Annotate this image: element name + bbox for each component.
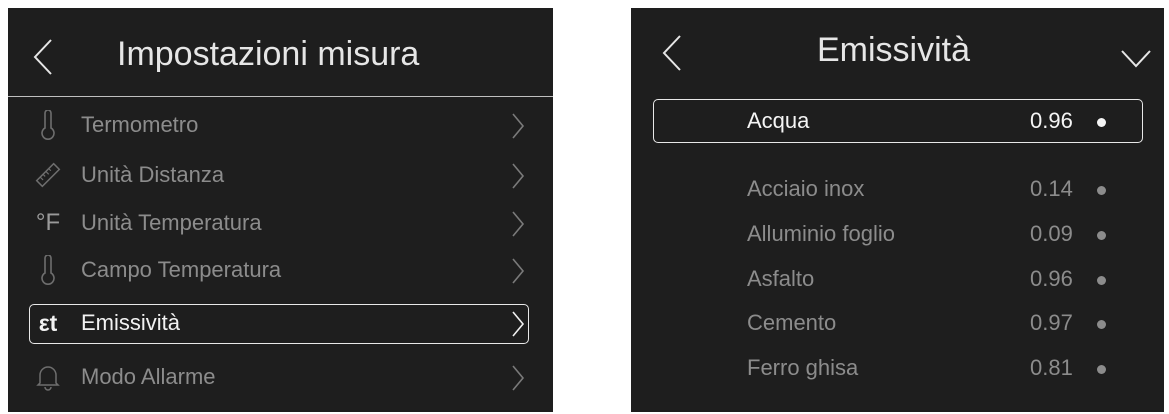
material-name: Cemento [747,310,837,335]
chevron-right-icon [511,163,525,189]
menu-item-campo-temperatura[interactable]: Campo Temperatura [8,248,553,292]
header: Emissività [631,8,1164,96]
menu-item-label: Termometro [81,112,199,137]
material-row[interactable]: Cemento 0.97 [631,301,1164,345]
dropdown-button[interactable] [1120,48,1152,70]
menu-item-unita-distanza[interactable]: Unità Distanza [8,153,553,197]
emissivity-screen: Emissività Acqua 0.96 Acciaio inox 0.14 … [631,8,1164,412]
material-row[interactable]: Alluminio foglio 0.09 [631,212,1164,256]
dot-icon [1097,320,1106,329]
material-name: Acciaio inox [747,176,865,201]
material-row[interactable]: Asfalto 0.96 [631,257,1164,301]
back-button[interactable] [32,38,54,76]
material-value: 0.09 [1030,221,1073,246]
material-name: Ferro ghisa [747,355,859,380]
chevron-left-icon [33,39,52,75]
dot-icon [1097,276,1106,285]
menu-item-unita-temperatura[interactable]: °F Unità Temperatura [8,201,553,245]
fahrenheit-icon: °F [35,209,61,236]
material-row[interactable]: Acciaio inox 0.14 [631,167,1164,211]
material-value: 0.96 [1030,108,1073,133]
chevron-right-icon [511,113,525,139]
menu-item-label: Modo Allarme [81,364,216,389]
material-row[interactable]: Ferro ghisa 0.81 [631,346,1164,390]
material-name: Acqua [747,108,810,133]
chevron-right-icon [511,211,525,237]
chevron-right-icon [511,311,525,337]
selected-indicator-icon [1097,118,1106,127]
menu-item-emissivita[interactable]: εt Emissività [8,301,553,345]
material-row[interactable]: Acqua 0.96 [631,99,1164,143]
chevron-down-icon [1121,50,1151,68]
chevron-right-icon [511,365,525,391]
menu-item-label: Campo Temperatura [81,257,282,282]
menu-item-label: Unità Distanza [81,162,225,187]
chevron-right-icon [511,258,525,284]
dot-icon [1097,231,1106,240]
chevron-left-icon [662,35,681,71]
menu-item-modo-allarme[interactable]: Modo Allarme [8,355,553,399]
material-name: Asfalto [747,266,815,291]
menu-item-label: Emissività [81,310,181,335]
page-title: Emissività [817,31,971,69]
ruler-icon [22,153,74,197]
material-value: 0.96 [1030,266,1073,291]
menu-item-termometro[interactable]: Termometro [8,103,553,147]
thermometer-icon [22,248,74,292]
bell-icon [22,355,74,399]
material-value: 0.81 [1030,355,1073,380]
dot-icon [1097,186,1106,195]
material-value: 0.97 [1030,310,1073,335]
thermometer-icon [22,103,74,147]
page-title: Impostazioni misura [117,35,420,73]
dot-icon [1097,365,1106,374]
material-value: 0.14 [1030,176,1073,201]
header: Impostazioni misura [8,8,553,97]
emissivity-icon: εt [38,309,58,336]
material-name: Alluminio foglio [747,221,895,246]
back-button[interactable] [661,34,683,72]
menu-item-label: Unità Temperatura [81,210,262,235]
measure-settings-screen: Impostazioni misura Termometro Unità Dis… [8,8,553,412]
